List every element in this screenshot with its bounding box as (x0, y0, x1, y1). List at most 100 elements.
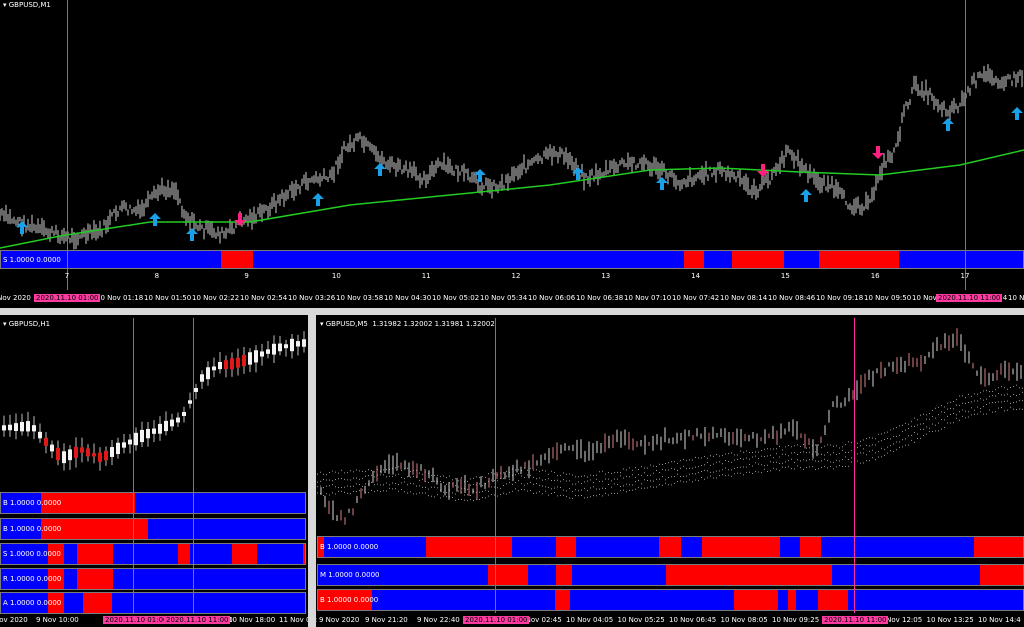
cursor-line[interactable] (495, 318, 496, 613)
window-menu-icon[interactable]: ▾ (320, 320, 324, 328)
candle (248, 352, 252, 365)
sell-segment (734, 590, 778, 610)
time-tick-label: Nov 2020 (0, 616, 28, 624)
day-tick-label: 17 (960, 272, 970, 280)
sell-segment (666, 565, 832, 585)
candle (254, 350, 258, 363)
time-tick-label: 10 Nov 06:38 (576, 294, 624, 302)
time-tick-label: 10 Nov 11:26 (1008, 294, 1024, 302)
candle (152, 428, 156, 434)
day-axis: 7 8 9 10 11 12 13 14 15 16 17 (0, 272, 1024, 282)
candle (242, 355, 246, 367)
cursor-line[interactable] (193, 318, 194, 613)
sell-segment (980, 565, 1023, 585)
day-tick-label: 16 (870, 272, 880, 280)
candle (86, 448, 90, 457)
indicator-label: B 1.0000 0.0000 (320, 543, 379, 551)
candle (8, 424, 12, 431)
day-tick-label: 15 (780, 272, 790, 280)
candle (80, 447, 84, 453)
buy-arrow-icon (942, 118, 954, 131)
candle (230, 358, 234, 370)
chart-title-m5: ▾ GBPUSD,M5 1.31982 1.32002 1.31981 1.32… (320, 320, 495, 328)
chart-window-h1[interactable]: ▾ GBPUSD,H1 B 1.0000 0.0000 B 1.0000 0.00… (0, 318, 326, 627)
candle (2, 425, 6, 431)
time-tick-label: 10 Nov 06:06 (528, 294, 576, 302)
day-tick-label: 10 (331, 272, 341, 280)
candle (296, 341, 300, 347)
candle (212, 366, 216, 371)
candle (224, 360, 228, 370)
candle (260, 351, 264, 357)
day-tick-label: 12 (511, 272, 521, 280)
candle (194, 388, 198, 392)
cursor-line[interactable] (854, 318, 855, 613)
cloud (317, 384, 1023, 502)
candle (20, 421, 24, 432)
candle (26, 421, 30, 432)
chart-title-h1: ▾ GBPUSD,H1 (3, 320, 51, 328)
candle (236, 357, 240, 368)
candle (302, 339, 306, 347)
time-tick-label: 10 Nov 14:4 (978, 616, 1021, 624)
price-chart-m5[interactable] (317, 318, 1024, 534)
window-splitter-vertical[interactable] (308, 315, 316, 627)
window-menu-icon[interactable]: ▾ (3, 320, 7, 328)
time-axis: 9 Nov 2020 9 Nov 21:20 9 Nov 22:40 10 Nov 0… (317, 616, 1024, 626)
candle (200, 374, 204, 382)
candle (164, 420, 168, 432)
candle (68, 449, 72, 461)
time-tick-label: 10 Nov 02:54 (240, 294, 288, 302)
price-chart-m1[interactable] (0, 0, 1024, 250)
candle (266, 349, 270, 354)
candle (116, 442, 120, 455)
candle (206, 367, 210, 380)
candle (32, 425, 36, 432)
candle (128, 439, 132, 445)
cursor-line[interactable] (965, 0, 966, 290)
sell-segment (556, 565, 572, 585)
time-tick-label: 10 Nov 08:46 (768, 294, 816, 302)
time-tick-label: 10 Nov 06:45 (669, 616, 717, 624)
indicator-label: B 1.0000 0.0000 (3, 499, 62, 507)
sell-segment (556, 537, 576, 557)
time-tick-label: 10 Nov 08:05 (720, 616, 768, 624)
window-splitter[interactable] (0, 308, 1024, 315)
candle (188, 400, 192, 404)
candle (170, 419, 174, 427)
buy-arrow-icon (186, 228, 198, 241)
time-tick-label: 10 Nov 04:30 (384, 294, 432, 302)
time-tick-label: 10 Nov 07:42 (672, 294, 720, 302)
candle (56, 447, 60, 461)
sell-segment (800, 537, 821, 557)
sell-segment (488, 565, 528, 585)
buy-arrow-icon (374, 163, 386, 176)
time-tick-label: 10 Nov 09:50 (864, 294, 912, 302)
indicator-bar: B 1.0000 0.0000 (317, 536, 1024, 558)
candle (278, 343, 282, 352)
candle (140, 429, 144, 443)
price-chart-h1[interactable] (0, 318, 308, 491)
indicator-label: B 1.0000 0.0000 (320, 596, 379, 604)
time-tick-label: 10 Nov 05:02 (432, 294, 480, 302)
chart-window-m1[interactable]: ▾ GBPUSD,M1 S 1.0000 0.0000 7 8 9 10 11 12 13 1… (0, 0, 1024, 310)
candle (218, 361, 222, 370)
indicator-bar: A 1.0000 0.0000 (0, 592, 306, 614)
sell-segment (659, 537, 681, 557)
sell-segment (426, 537, 512, 557)
time-tick-label: 10 Nov 18:00 (228, 616, 276, 624)
indicator-label: M 1.0000 0.0000 (320, 571, 380, 579)
buy-arrow-icon (800, 189, 812, 202)
indicator-bar-top: S 1.0000 0.0000 (0, 250, 1024, 269)
chart-window-m5[interactable]: ▾ GBPUSD,M5 1.31982 1.32002 1.31981 1.32… (317, 318, 1024, 627)
sell-segment (818, 590, 848, 610)
chart-title-m1: ▾ GBPUSD,M1 (3, 1, 51, 9)
sell-segment (77, 544, 113, 564)
cursor-line[interactable] (133, 318, 134, 613)
cursor-line[interactable] (67, 0, 68, 290)
day-tick-label: 13 (601, 272, 611, 280)
candle (98, 452, 102, 462)
window-menu-icon[interactable]: ▾ (3, 1, 7, 9)
time-tick-label: 10 Nov 2020 (0, 294, 31, 302)
sell-segment (819, 251, 899, 268)
